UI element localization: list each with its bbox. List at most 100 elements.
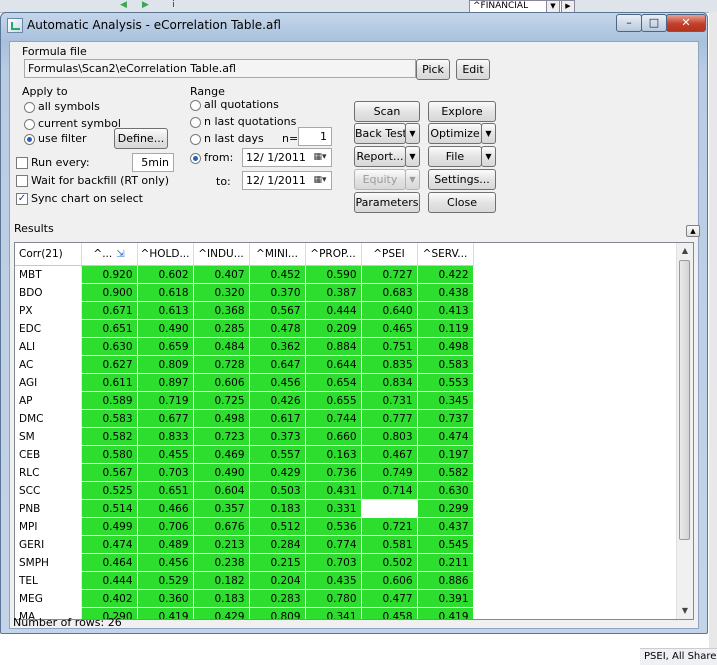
use-filter-radio[interactable] <box>24 134 35 145</box>
correlation-cell: 0.455 <box>137 445 194 464</box>
scan-label: Scan <box>373 105 401 118</box>
correlation-cell: 0.209 <box>305 319 362 338</box>
table-row[interactable]: MEG 0.402 0.360 0.183 0.283 0.780 0.477 0.391 <box>15 589 474 608</box>
table-row[interactable]: EDC 0.651 0.490 0.285 0.478 0.209 0.465 0.119 <box>15 319 474 338</box>
current-symbol-radio[interactable] <box>24 119 35 130</box>
correlation-cell: 0.884 <box>305 337 362 356</box>
equity-button[interactable]: Equity <box>354 169 406 190</box>
scroll-down-arrow-icon[interactable]: ▼ <box>677 603 693 619</box>
from-radio[interactable] <box>190 153 201 164</box>
n-last-quotations-radio[interactable] <box>190 117 201 128</box>
table-row[interactable]: PX 0.671 0.613 0.368 0.567 0.444 0.640 0.413 <box>15 301 474 320</box>
table-row[interactable]: AC 0.627 0.809 0.728 0.647 0.644 0.835 0.583 <box>15 355 474 374</box>
correlation-cell: 0.651 <box>137 481 194 500</box>
back-icon[interactable]: ◀ <box>118 0 129 11</box>
correlation-cell: 0.514 <box>81 499 138 518</box>
collapse-results-button[interactable]: ▲ <box>686 225 700 237</box>
optimize-button[interactable]: Optimize <box>428 123 482 144</box>
correlation-cell: 0.606 <box>193 373 250 392</box>
table-row[interactable]: SMPH 0.464 0.456 0.238 0.215 0.703 0.502 0.211 <box>15 553 474 572</box>
correlation-cell: 0.204 <box>249 571 306 590</box>
scroll-up-arrow-icon[interactable]: ▲ <box>677 243 693 259</box>
file-dropdown-arrow[interactable]: ▼ <box>481 146 496 167</box>
title-bar[interactable]: Automatic Analysis - eCorrelation Table.… <box>1 13 707 37</box>
table-row[interactable]: AP 0.589 0.719 0.725 0.426 0.655 0.731 0.345 <box>15 391 474 410</box>
correlation-cell: 0.362 <box>249 337 306 356</box>
column-header[interactable]: ^PSEI <box>361 243 418 266</box>
table-row[interactable]: ALI 0.630 0.659 0.484 0.362 0.884 0.751 0.498 <box>15 337 474 356</box>
scrollbar-thumb[interactable] <box>679 260 690 540</box>
run-every-interval-input[interactable]: 5min <box>132 153 174 172</box>
run-every-checkbox[interactable] <box>16 157 28 169</box>
table-row[interactable]: MBT 0.920 0.602 0.407 0.452 0.590 0.727 0.422 <box>15 265 474 284</box>
file-button[interactable]: File <box>428 146 482 167</box>
table-row[interactable]: CEB 0.580 0.455 0.469 0.557 0.163 0.467 0.197 <box>15 445 474 464</box>
table-row[interactable]: TEL 0.444 0.529 0.182 0.204 0.435 0.606 0.886 <box>15 571 474 590</box>
all-quotations-radio[interactable] <box>190 100 201 111</box>
column-header[interactable]: ^INDU... <box>193 243 250 266</box>
report-button[interactable]: Report... <box>354 146 406 167</box>
edit-button[interactable]: Edit <box>456 59 490 80</box>
n-equals-label: n= <box>282 132 299 145</box>
table-row[interactable]: PNB 0.514 0.466 0.357 0.183 0.331 0.299 <box>15 499 474 518</box>
table-row[interactable]: DMC 0.583 0.677 0.498 0.617 0.744 0.777 0.737 <box>15 409 474 428</box>
results-vertical-scrollbar[interactable]: ▲ ▼ <box>676 243 693 619</box>
column-header[interactable]: ^SERV... <box>417 243 474 266</box>
table-row[interactable]: SCC 0.525 0.651 0.604 0.503 0.431 0.714 0.630 <box>15 481 474 500</box>
column-header[interactable]: ^HOLD... <box>137 243 194 266</box>
info-icon[interactable]: i <box>168 0 179 11</box>
minimize-button[interactable]: – <box>616 14 642 32</box>
sync-chart-checkbox[interactable]: ✓ <box>16 193 28 205</box>
back-test-dropdown-arrow[interactable]: ▼ <box>405 123 420 144</box>
results-label: Results <box>14 222 54 235</box>
formula-path-field[interactable]: Formulas\Scan2\eCorrelation Table.afl <box>24 59 416 78</box>
forward-icon[interactable]: ▶ <box>140 0 151 11</box>
column-header[interactable]: ^... ⇲ <box>81 243 138 266</box>
symbol-cell: ALI <box>15 337 82 356</box>
calendar-dropdown-icon[interactable]: ▦▾ <box>312 149 328 166</box>
back-test-button[interactable]: Back Test <box>354 123 407 144</box>
table-row[interactable]: MPI 0.499 0.706 0.676 0.512 0.536 0.721 0.437 <box>15 517 474 536</box>
pick-button[interactable]: Pick <box>416 59 450 80</box>
n-value-input[interactable]: 1 <box>298 127 332 146</box>
close-button[interactable]: Close <box>428 192 496 213</box>
table-row[interactable]: BDO 0.900 0.618 0.320 0.370 0.387 0.683 0.438 <box>15 283 474 302</box>
results-grid[interactable]: Corr(21) ^... ⇲ ^HOLD... ^INDU... ^MINI... ^PR… <box>14 242 694 620</box>
correlation-cell: 0.183 <box>193 589 250 608</box>
table-row[interactable]: SM 0.582 0.833 0.723 0.373 0.660 0.803 0.474 <box>15 427 474 446</box>
correlation-cell: 0.809 <box>137 355 194 374</box>
equity-dropdown-arrow[interactable]: ▼ <box>405 169 420 190</box>
optimize-dropdown-arrow[interactable]: ▼ <box>481 123 496 144</box>
correlation-cell: 0.627 <box>81 355 138 374</box>
column-header[interactable]: ^PROP... <box>305 243 362 266</box>
correlation-cell: 0.370 <box>249 283 306 302</box>
correlation-cell: 0.438 <box>417 283 474 302</box>
n-last-days-radio[interactable] <box>190 134 201 145</box>
all-symbols-radio[interactable] <box>24 102 35 113</box>
correlation-cell: 0.452 <box>249 265 306 284</box>
correlation-cell: 0.590 <box>305 265 362 284</box>
table-row[interactable]: GERI 0.474 0.489 0.213 0.284 0.774 0.581 0.545 <box>15 535 474 554</box>
sync-chart-label: Sync chart on select <box>31 192 143 205</box>
optimize-label: Optimize <box>430 127 480 140</box>
symbol-cell: MPI <box>15 517 82 536</box>
close-window-button[interactable]: ✕ <box>666 14 706 32</box>
settings-button[interactable]: Settings... <box>428 169 496 190</box>
maximize-button[interactable]: □ <box>641 14 667 32</box>
wait-backfill-checkbox[interactable] <box>16 175 28 187</box>
calendar-dropdown-icon[interactable]: ▦▾ <box>312 172 328 189</box>
parameters-button[interactable]: Parameters <box>354 192 420 213</box>
table-row[interactable]: RLC 0.567 0.703 0.490 0.429 0.736 0.749 0.582 <box>15 463 474 482</box>
symbol-cell: DMC <box>15 409 82 428</box>
define-filter-button[interactable]: Define... <box>114 128 168 149</box>
column-header-symbol[interactable]: Corr(21) <box>15 243 82 266</box>
correlation-cell: 0.413 <box>417 301 474 320</box>
correlation-cell: 0.744 <box>305 409 362 428</box>
column-header[interactable]: ^MINI... <box>249 243 306 266</box>
explore-button[interactable]: Explore <box>428 101 496 122</box>
table-row[interactable]: AGI 0.611 0.897 0.606 0.456 0.654 0.834 0.553 <box>15 373 474 392</box>
scan-button[interactable]: Scan <box>354 101 420 122</box>
correlation-cell: 0.583 <box>417 355 474 374</box>
report-dropdown-arrow[interactable]: ▼ <box>405 146 420 167</box>
correlation-cell: 0.774 <box>305 535 362 554</box>
